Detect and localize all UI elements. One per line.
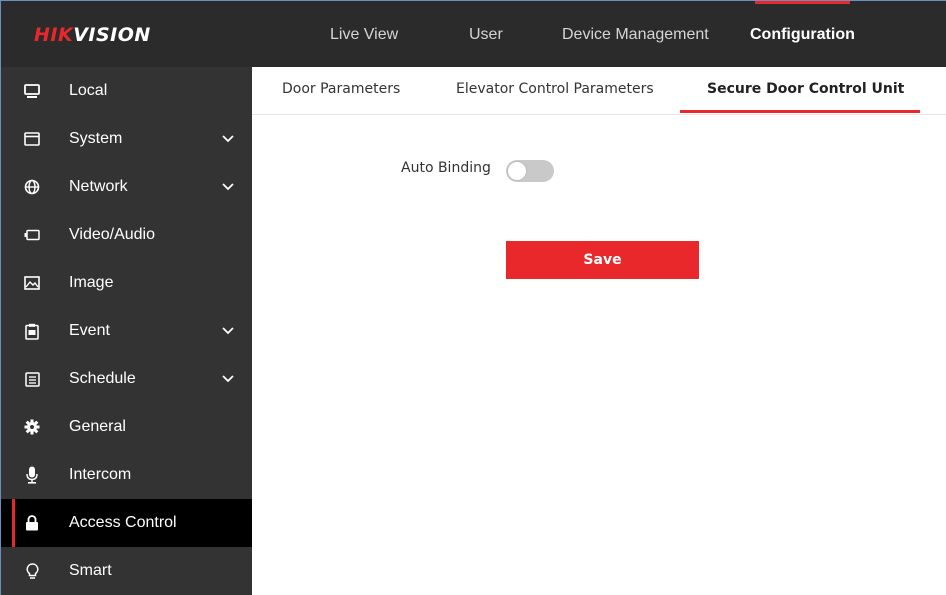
sidebar-item-label: Local <box>69 82 108 99</box>
sidebar-item-label: Smart <box>69 562 112 579</box>
video-icon <box>23 226 41 244</box>
active-tab-indicator <box>680 110 920 113</box>
sidebar-item-schedule[interactable]: Schedule <box>1 355 252 403</box>
sidebar-item-label: Network <box>69 178 128 195</box>
tab-secure-door-control-unit[interactable]: Secure Door Control Unit <box>707 67 904 115</box>
sidebar-item-label: General <box>69 418 126 435</box>
sidebar: Local System Network Video/Audio Image E… <box>1 67 252 595</box>
clipboard-icon <box>23 322 41 340</box>
auto-binding-toggle[interactable] <box>506 160 554 182</box>
gear-icon <box>23 418 41 436</box>
chevron-down-icon[interactable] <box>221 372 235 386</box>
tab-elevator-control-parameters[interactable]: Elevator Control Parameters <box>456 67 654 115</box>
chevron-down-icon[interactable] <box>221 132 235 146</box>
chevron-down-icon[interactable] <box>221 180 235 194</box>
sidebar-item-image[interactable]: Image <box>1 259 252 307</box>
top-bar: HIKVISION Live View User Device Manageme… <box>1 1 946 67</box>
auto-binding-label: Auto Binding <box>401 160 491 176</box>
sidebar-item-system[interactable]: System <box>1 115 252 163</box>
sidebar-item-video-audio[interactable]: Video/Audio <box>1 211 252 259</box>
nav-device-management[interactable]: Device Management <box>562 1 709 67</box>
toggle-knob <box>507 161 527 181</box>
lock-icon <box>23 514 41 532</box>
globe-icon <box>23 178 41 196</box>
microphone-icon <box>23 466 41 484</box>
window-icon <box>23 130 41 148</box>
tab-door-parameters[interactable]: Door Parameters <box>282 67 400 115</box>
sidebar-item-label: Video/Audio <box>69 226 155 243</box>
save-button[interactable]: Save <box>506 241 699 279</box>
chevron-down-icon[interactable] <box>221 324 235 338</box>
sidebar-item-access-control[interactable]: Access Control <box>1 499 252 547</box>
calendar-icon <box>23 370 41 388</box>
nav-configuration[interactable]: Configuration <box>750 1 855 67</box>
sidebar-item-label: Intercom <box>69 466 132 483</box>
image-icon <box>23 274 41 292</box>
hikvision-logo: HIKVISION <box>34 24 151 46</box>
sidebar-item-smart[interactable]: Smart <box>1 547 252 595</box>
nav-user[interactable]: User <box>469 1 503 67</box>
sidebar-item-intercom[interactable]: Intercom <box>1 451 252 499</box>
sidebar-item-label: Schedule <box>69 370 136 387</box>
logo-text-red: HIK <box>34 24 74 46</box>
sidebar-item-label: System <box>69 130 123 147</box>
sidebar-item-local[interactable]: Local <box>1 67 252 115</box>
sidebar-item-label: Image <box>69 274 114 291</box>
sidebar-item-event[interactable]: Event <box>1 307 252 355</box>
sidebar-item-label: Event <box>69 322 110 339</box>
tab-bar: Door Parameters Elevator Control Paramet… <box>252 67 946 115</box>
monitor-icon <box>23 82 41 100</box>
sidebar-item-general[interactable]: General <box>1 403 252 451</box>
nav-live-view[interactable]: Live View <box>330 1 398 67</box>
lightbulb-icon <box>23 562 41 580</box>
sidebar-item-label: Access Control <box>69 514 177 531</box>
sidebar-item-network[interactable]: Network <box>1 163 252 211</box>
logo-text-white: VISION <box>73 24 151 46</box>
